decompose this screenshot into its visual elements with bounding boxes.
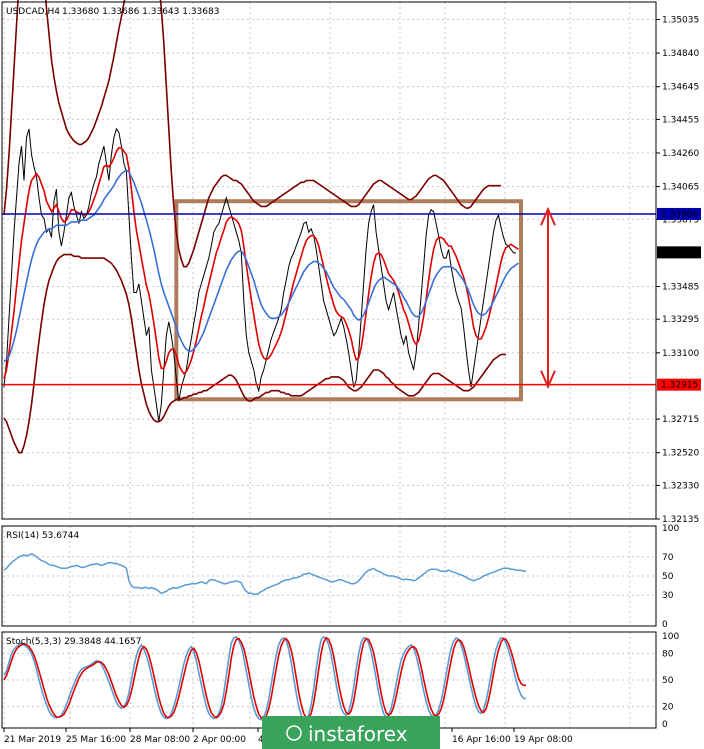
last_price-tag-label: 1.33683 [661, 248, 698, 258]
time-tick-label: 2 Apr 00:00 [193, 735, 246, 745]
watermark-text: instaforex [308, 722, 408, 746]
rsi-tick-label: 100 [662, 524, 679, 534]
time-tick-label: 16 Apr 16:00 [452, 735, 511, 745]
price-tick-label: 1.33295 [662, 315, 699, 325]
time-tick-label: 21 Mar 2019 [4, 735, 61, 745]
stoch-tick-label: 0 [662, 720, 668, 730]
price-tick-label: 1.32520 [662, 449, 699, 459]
watermark: instaforex [262, 716, 440, 749]
time-tick-label: 25 Mar 16:00 [66, 735, 126, 745]
chart-canvas: USDCAD,H4 1.33680 1.33686 1.33643 1.3368… [0, 0, 704, 749]
stoch-tick-label: 20 [662, 702, 674, 712]
time-tick-label: 28 Mar 08:00 [130, 735, 190, 745]
stoch-tick-label: 50 [662, 676, 674, 686]
rsi-tick-label: 50 [662, 572, 674, 582]
symbol-label: USDCAD,H4 [6, 7, 60, 17]
rsi-tick-label: 70 [662, 553, 674, 563]
rsi-tick-label: 30 [662, 591, 674, 601]
price-tick-label: 1.35035 [662, 16, 699, 26]
price-tick-label: 1.33100 [662, 349, 699, 359]
support-tag-label: 1.32915 [661, 381, 698, 391]
stoch-label: Stoch(5,3,3) 29.3848 44.1657 [6, 637, 141, 647]
rsi-label: RSI(14) 53.6744 [6, 531, 79, 541]
price-tick-label: 1.34065 [662, 183, 699, 193]
ohlc-readout: 1.33680 1.33686 1.33643 1.33683 [62, 7, 219, 17]
price-tick-label: 1.34260 [662, 149, 699, 159]
rsi-tick-label: 0 [662, 620, 668, 630]
stoch-tick-label: 100 [662, 632, 679, 642]
price-tick-label: 1.32715 [662, 415, 699, 425]
resistance-tag-label: 1.33906 [661, 210, 698, 220]
time-tick-label: 19 Apr 08:00 [514, 735, 573, 745]
stoch-tick-label: 80 [662, 650, 674, 660]
price-tick-label: 1.34840 [662, 49, 699, 59]
price-tick-label: 1.32330 [662, 481, 699, 491]
price-tick-label: 1.34645 [662, 83, 699, 93]
price-tick-label: 1.33485 [662, 282, 699, 292]
price-tick-label: 1.34455 [662, 115, 699, 125]
